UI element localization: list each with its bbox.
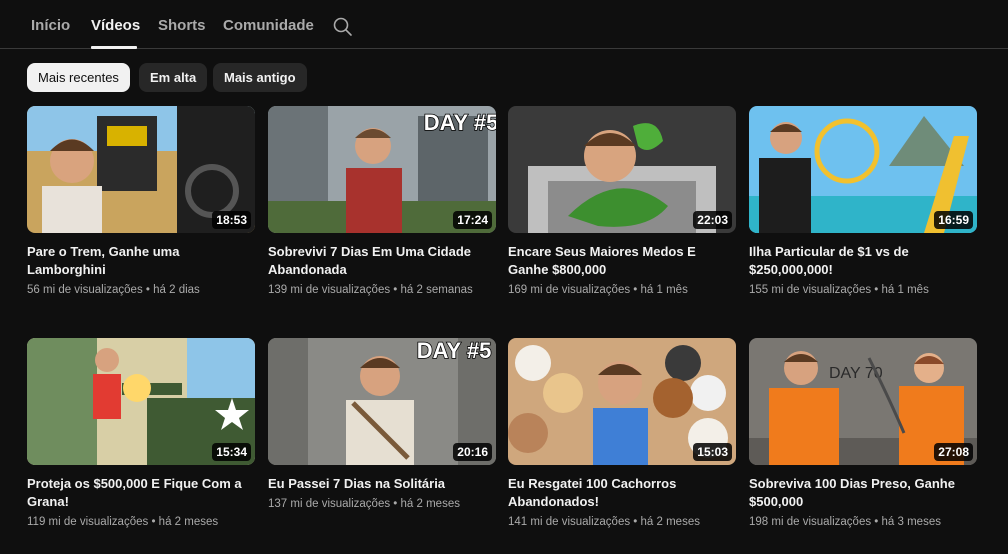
channel-tabs: Início Vídeos Shorts Comunidade bbox=[0, 0, 1008, 49]
video-title[interactable]: Sobrevivi 7 Dias Em Uma Cidade Abandonad… bbox=[268, 243, 488, 279]
video-meta: 141 mi de visualizações • há 2 meses bbox=[508, 516, 700, 528]
video-card[interactable]: DAY #5 17:24 Sobrevivi 7 Dias Em Uma Cid… bbox=[268, 106, 496, 296]
video-card[interactable]: 15:03 Eu Resgatei 100 Cachorros Abandona… bbox=[508, 338, 736, 528]
video-card[interactable]: DAY #5 20:16 Eu Passei 7 Dias na Solitár… bbox=[268, 338, 496, 510]
search-icon bbox=[333, 17, 352, 36]
channel-search-button[interactable] bbox=[332, 16, 354, 38]
video-meta: 198 mi de visualizações • há 3 meses bbox=[749, 516, 941, 528]
video-duration: 16:59 bbox=[934, 211, 973, 229]
tab-inicio[interactable]: Início bbox=[31, 17, 70, 34]
video-card[interactable]: 16:59 Ilha Particular de $1 vs de $250,0… bbox=[749, 106, 977, 296]
video-thumbnail[interactable]: DAY #5 20:16 bbox=[268, 338, 496, 465]
active-tab-indicator bbox=[91, 46, 137, 49]
video-duration: 15:03 bbox=[693, 443, 732, 461]
video-thumbnail[interactable]: 15:34 bbox=[27, 338, 255, 465]
filter-chip-oldest[interactable]: Mais antigo bbox=[213, 63, 307, 92]
tab-shorts[interactable]: Shorts bbox=[158, 17, 206, 34]
video-duration: 20:16 bbox=[453, 443, 492, 461]
video-card[interactable]: 22:03 Encare Seus Maiores Medos E Ganhe … bbox=[508, 106, 736, 296]
video-duration: 15:34 bbox=[212, 443, 251, 461]
video-thumbnail[interactable]: 15:03 bbox=[508, 338, 736, 465]
video-meta: 119 mi de visualizações • há 2 meses bbox=[27, 516, 219, 528]
video-duration: 22:03 bbox=[693, 211, 732, 229]
video-title[interactable]: Encare Seus Maiores Medos E Ganhe $800,0… bbox=[508, 243, 728, 279]
video-thumbnail[interactable]: DAY #5 17:24 bbox=[268, 106, 496, 233]
video-meta: 155 mi de visualizações • há 1 mês bbox=[749, 284, 929, 296]
video-title[interactable]: Eu Passei 7 Dias na Solitária bbox=[268, 475, 488, 493]
filter-chip-popular[interactable]: Em alta bbox=[139, 63, 208, 92]
video-title[interactable]: Ilha Particular de $1 vs de $250,000,000… bbox=[749, 243, 969, 279]
tab-comunidade[interactable]: Comunidade bbox=[223, 17, 314, 34]
video-thumbnail[interactable]: 18:53 bbox=[27, 106, 255, 233]
video-title[interactable]: Proteja os $500,000 E Fique Com a Grana! bbox=[27, 475, 247, 511]
video-card[interactable]: DAY 70 27:08 Sobreviva 100 Dias Preso, G… bbox=[749, 338, 977, 528]
video-thumbnail[interactable]: 16:59 bbox=[749, 106, 977, 233]
filter-chip-recent[interactable]: Mais recentes bbox=[27, 63, 130, 92]
thumbnail-caption: DAY #5 bbox=[424, 110, 496, 135]
video-card[interactable]: 18:53 Pare o Trem, Ganhe uma Lamborghini… bbox=[27, 106, 255, 296]
video-title[interactable]: Eu Resgatei 100 Cachorros Abandonados! bbox=[508, 475, 728, 511]
video-meta: 169 mi de visualizações • há 1 mês bbox=[508, 284, 688, 296]
video-meta: 137 mi de visualizações • há 2 meses bbox=[268, 498, 460, 510]
video-title[interactable]: Sobreviva 100 Dias Preso, Ganhe $500,000 bbox=[749, 475, 969, 511]
video-duration: 27:08 bbox=[934, 443, 973, 461]
video-title[interactable]: Pare o Trem, Ganhe uma Lamborghini bbox=[27, 243, 247, 279]
video-duration: 17:24 bbox=[453, 211, 492, 229]
video-thumbnail[interactable]: 22:03 bbox=[508, 106, 736, 233]
video-meta: 139 mi de visualizações • há 2 semanas bbox=[268, 284, 473, 296]
video-card[interactable]: 15:34 Proteja os $500,000 E Fique Com a … bbox=[27, 338, 255, 528]
video-thumbnail[interactable]: DAY 70 27:08 bbox=[749, 338, 977, 465]
video-meta: 56 mi de visualizações • há 2 dias bbox=[27, 284, 200, 296]
thumbnail-caption: DAY #5 bbox=[417, 338, 492, 363]
video-duration: 18:53 bbox=[212, 211, 251, 229]
tab-videos[interactable]: Vídeos bbox=[91, 17, 140, 34]
